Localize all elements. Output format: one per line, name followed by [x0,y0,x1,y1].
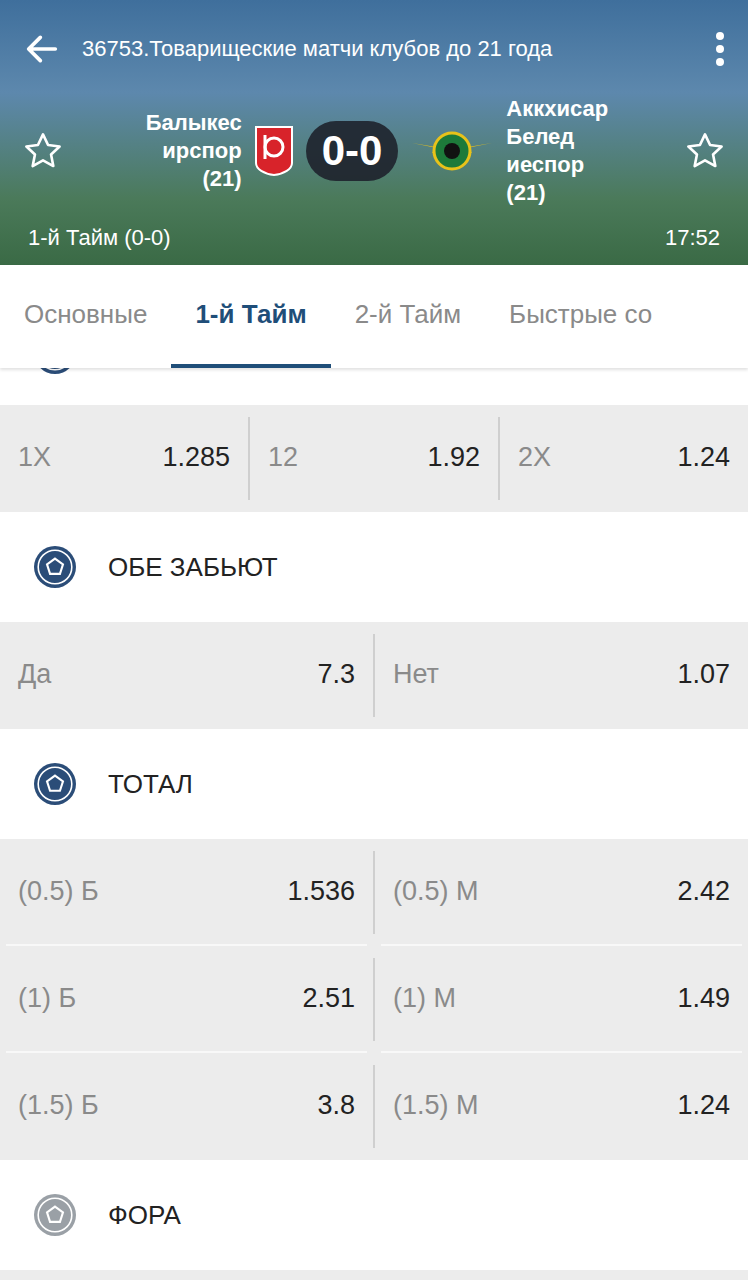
market-odds: (0.5) Б 1.536 (0.5) М 2.42 (1) Б 2.51 (1… [0,839,748,1160]
outcome-label: (1) М [393,983,456,1014]
odds-value: 1.24 [677,1090,730,1121]
ball-icon [34,546,76,588]
outcome-label: Нет [393,659,439,690]
odds-cell[interactable]: (0.5) Б 1.536 [6,839,367,946]
team-name-line: Аккхисар [506,95,672,123]
tab[interactable]: 2-й Тайм [331,265,485,368]
odds-row: (0.5) Б 1.536 (0.5) М 2.42 [0,839,748,946]
outcome-label: 12 [268,442,298,473]
outcome-label: 1X [18,442,51,473]
ball-icon [34,368,76,374]
away-team-name: АккхисарБеледиеспор(21) [506,95,672,207]
market-header[interactable] [0,368,748,405]
odds-cell[interactable]: (0.5) М 2.42 [381,839,742,946]
odds-cell[interactable]: (1.5) М 1.24 [381,1053,742,1160]
odds-row: (1) Б 2.51 (1) М 1.49 [0,946,748,1053]
odds-value: 1.24 [677,442,730,473]
odds-row: (1.5) Б 3.8 (1.5) М 1.24 [0,1053,748,1160]
odds-value: 2.51 [302,983,355,1014]
outcome-label: (0.5) Б [18,876,99,907]
odds-value: 1.49 [677,983,730,1014]
odds-cell[interactable]: 2X 1.24 [506,405,742,512]
outcome-label: (1) Б [18,983,76,1014]
outcome-label: Да [18,659,51,690]
match-header: 36753.Товарищеские матчи клубов до 21 го… [0,0,748,265]
odds-cell[interactable]: 1X 1.285 [6,405,242,512]
outcome-label: (0.5) М [393,876,479,907]
odds-cell[interactable]: (1) М 1.49 [381,946,742,1053]
odds-value: 1.92 [427,442,480,473]
separator [373,851,375,934]
more-menu-icon[interactable] [714,29,726,69]
market-header[interactable]: ФОРА [0,1160,748,1270]
status-row: 1-й Тайм (0-0) 17:52 [22,210,726,265]
team-name-line: (21) [506,179,672,207]
ball-icon [34,1194,76,1236]
market-title: ФОРА [108,1200,181,1231]
team-name-line: Белед [506,123,672,151]
odds-value: 1.285 [162,442,230,473]
separator [498,417,500,500]
market-title: ОБЕ ЗАБЬЮТ [108,552,278,583]
tab[interactable]: Быстрые со [485,265,676,368]
home-team-logo-icon [254,125,294,177]
favorite-star-icon[interactable] [22,130,64,172]
away-team-logo-icon [410,129,494,173]
score: 0-0 [306,121,399,181]
period: 1-й Тайм (0-0) [28,225,171,251]
back-arrow-icon[interactable] [22,29,62,69]
odds-cell[interactable]: Нет 1.07 [381,622,742,729]
top-bar: 36753.Товарищеские матчи клубов до 21 го… [22,0,726,92]
list-end [0,1270,748,1280]
match-screen: 36753.Товарищеские матчи клубов до 21 го… [0,0,748,1280]
odds-row: Да 7.3 Нет 1.07 [0,622,748,729]
market-odds: 1X 1.285 12 1.92 2X 1.24 [0,405,748,512]
separator [373,1065,375,1148]
tab[interactable]: Основные [0,265,171,368]
team-name-line: (21) [76,165,242,193]
separator [248,417,250,500]
market-title: ТОТАЛ [108,769,193,800]
team-name-line: ирспор [76,137,242,165]
odds-cell[interactable]: 12 1.92 [256,405,492,512]
clock: 17:52 [665,225,720,251]
outcome-label: (1.5) Б [18,1090,99,1121]
outcome-label: (1.5) М [393,1090,479,1121]
market-odds: Да 7.3 Нет 1.07 [0,622,748,729]
odds-value: 3.8 [317,1090,355,1121]
odds-value: 2.42 [677,876,730,907]
outcome-label: 2X [518,442,551,473]
separator [373,958,375,1041]
odds-cell[interactable]: Да 7.3 [6,622,367,729]
odds-cell[interactable]: (1.5) Б 3.8 [6,1053,367,1160]
league-title: 36753.Товарищеские матчи клубов до 21 го… [82,36,694,62]
odds-value: 7.3 [317,659,355,690]
odds-value: 1.536 [287,876,355,907]
market-header[interactable]: ТОТАЛ [0,729,748,839]
odds-value: 1.07 [677,659,730,690]
market-header[interactable]: ОБЕ ЗАБЬЮТ [0,512,748,622]
tab-bar: Основные1-й Тайм2-й ТаймБыстрые со [0,265,748,368]
ball-icon [34,763,76,805]
favorite-star-icon[interactable] [684,130,726,172]
home-team-name: Балыкесирспор(21) [76,109,242,193]
team-name-line: Балыкес [76,109,242,137]
separator [373,634,375,717]
team-name-line: иеспор [506,151,672,179]
odds-row: 1X 1.285 12 1.92 2X 1.24 [0,405,748,512]
odds-cell[interactable]: (1) Б 2.51 [6,946,367,1053]
tab[interactable]: 1-й Тайм [171,265,330,368]
teams-row: Балыкесирспор(21) 0-0 АккхисарБеледиеспо… [22,92,726,210]
